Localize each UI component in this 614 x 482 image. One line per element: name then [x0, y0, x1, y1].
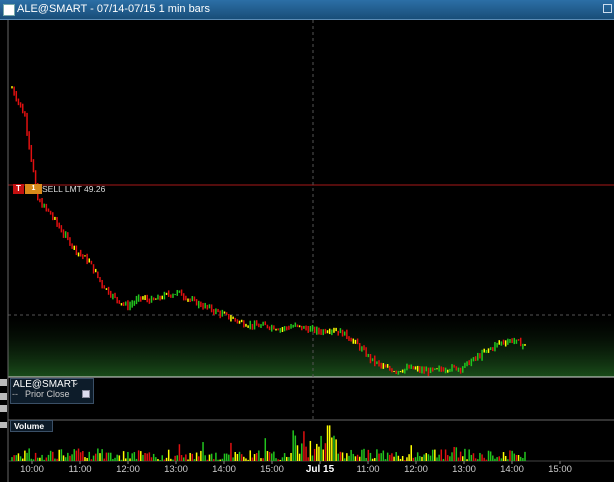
legend-prior-close-checkbox[interactable]	[82, 390, 90, 398]
x-tick-label: 14:00	[212, 464, 236, 475]
pane-resize-handle[interactable]	[0, 405, 7, 412]
price-chart[interactable]: 10:00 11:00 12:00 13:00 14:00 15:00 Jul 15 11:0…	[0, 20, 614, 482]
x-tick-label: Jul 15	[306, 464, 335, 475]
order-line-label[interactable]: SELL LMT 49.26	[42, 184, 105, 194]
x-tick-label: 13:00	[164, 464, 188, 475]
legend-prior-close-label: Prior Close	[25, 389, 70, 399]
window-app-icon	[3, 4, 15, 16]
volume-panel-label: Volume	[10, 420, 53, 432]
pane-resize-handle[interactable]	[0, 422, 7, 428]
x-tick-label: 15:00	[548, 464, 572, 475]
x-tick-label: 15:00	[260, 464, 284, 475]
order-transmit-button[interactable]: T	[13, 184, 24, 194]
pane-resize-handle[interactable]	[0, 379, 7, 386]
legend-dropdown-icon[interactable]: ⌄	[72, 378, 80, 388]
window-title: ALE@SMART - 07/14-07/15 1 min bars	[17, 3, 210, 15]
x-tick-label: 10:00	[20, 464, 44, 475]
legend-dash-icon: --	[12, 389, 18, 399]
x-tick-label: 11:00	[356, 464, 379, 475]
x-tick-label: 13:00	[452, 464, 476, 475]
order-quantity-chip[interactable]: 1	[25, 184, 42, 194]
window-restore-icon[interactable]	[603, 4, 612, 13]
window-titlebar: ALE@SMART - 07/14-07/15 1 min bars	[0, 0, 614, 20]
x-tick-label: 12:00	[116, 464, 140, 475]
x-tick-label: 12:00	[404, 464, 428, 475]
chart-background	[8, 20, 614, 482]
x-tick-label: 14:00	[500, 464, 524, 475]
pane-resize-handle[interactable]	[0, 393, 7, 400]
x-tick-label: 11:00	[68, 464, 91, 475]
